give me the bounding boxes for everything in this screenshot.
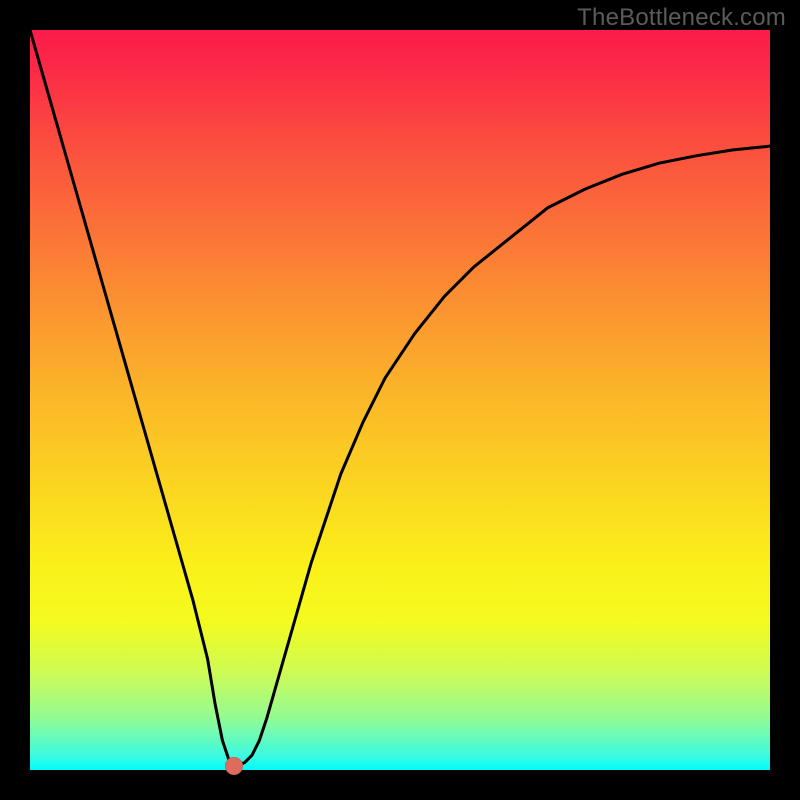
- watermark-text: TheBottleneck.com: [577, 4, 786, 32]
- minimum-marker: [225, 757, 243, 775]
- curve-path: [30, 30, 770, 766]
- bottleneck-curve: [30, 30, 770, 770]
- chart-frame: TheBottleneck.com: [0, 0, 800, 800]
- plot-area: [30, 30, 770, 770]
